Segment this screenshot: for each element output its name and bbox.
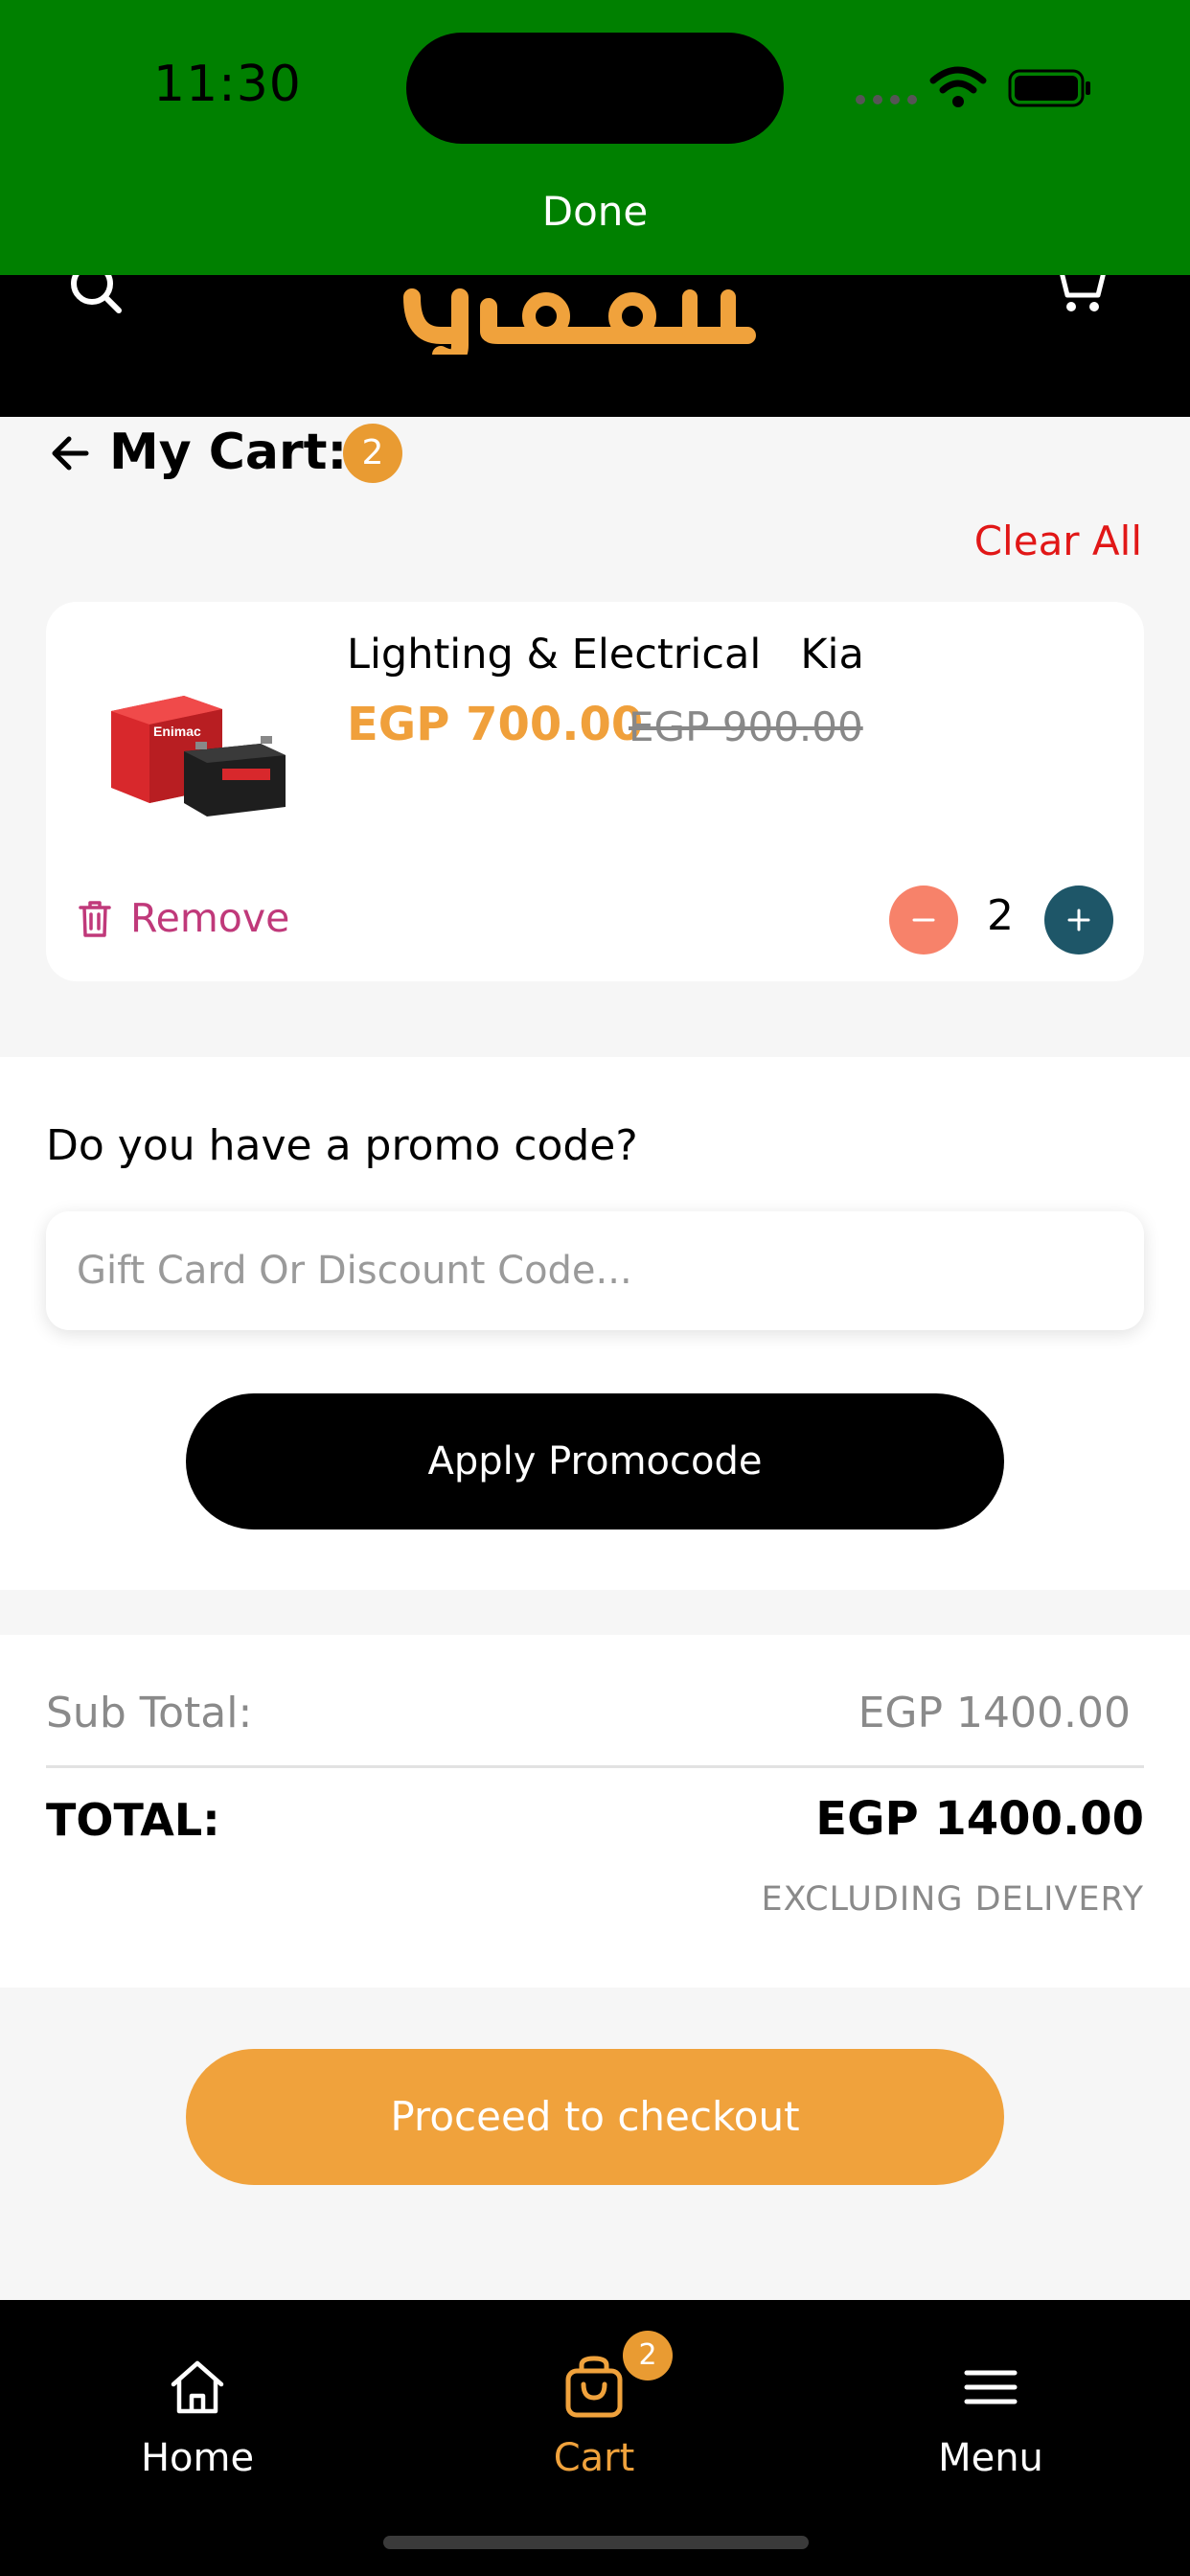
battery-icon [1008,69,1090,107]
quantity-decrease-button[interactable] [889,886,958,954]
svg-text:Enimac: Enimac [153,724,201,739]
remove-button[interactable]: Remove [130,895,289,941]
home-icon [171,2360,224,2414]
promo-code-input[interactable] [46,1211,1144,1330]
wifi-icon [929,66,987,107]
plus-icon [1067,908,1090,932]
status-time: 11:30 [153,56,302,113]
clear-all-button[interactable]: Clear All [974,518,1142,564]
nav-menu[interactable]: Menu [847,2344,1134,2488]
product-price: EGP 700.00 [347,698,644,751]
nav-menu-label: Menu [938,2436,1043,2480]
done-button[interactable]: Done [0,188,1190,235]
cart-title: My Cart: [109,424,348,481]
product-name[interactable]: Lighting & Electrical Kia [347,631,864,678]
trash-icon[interactable] [77,899,113,939]
product-old-price: EGP 900.00 [629,703,863,750]
subtotal-label: Sub Total: [46,1689,253,1737]
total-label: TOTAL: [46,1794,220,1846]
apply-promocode-button[interactable]: Apply Promocode [186,1393,1004,1530]
subtotal-value: EGP 1400.00 [858,1689,1131,1737]
signal-icon [856,95,917,104]
quantity-value: 2 [987,891,1014,940]
hamburger-menu-icon [964,2370,1018,2404]
proceed-checkout-button[interactable]: Proceed to checkout [186,2049,1004,2185]
home-indicator [383,2536,809,2549]
dynamic-island [406,33,784,144]
cart-count-badge: 2 [343,424,402,483]
nav-home[interactable]: Home [54,2344,341,2488]
product-image[interactable]: Enimac [107,682,289,816]
nav-home-label: Home [140,2436,255,2480]
delivery-note: EXCLUDING DELIVERY [761,1880,1144,1919]
shopping-bag-icon [565,2356,623,2418]
promo-question: Do you have a promo code? [46,1121,638,1170]
back-arrow-icon[interactable] [50,433,90,473]
nav-cart-badge: 2 [623,2331,673,2380]
totals-divider [46,1765,1144,1768]
nav-cart[interactable]: Cart [450,2344,738,2488]
quantity-increase-button[interactable] [1044,886,1113,954]
total-value: EGP 1400.00 [815,1792,1144,1846]
nav-cart-label: Cart [553,2436,635,2480]
minus-icon [912,918,935,922]
